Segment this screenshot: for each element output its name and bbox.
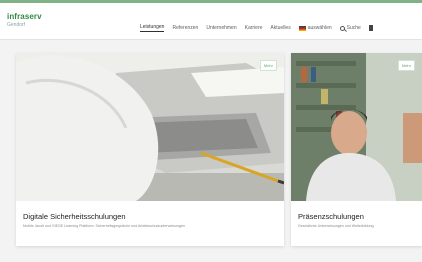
main-nav: Leistungen Referenzen Unternehmen Karrie… [140, 24, 373, 32]
card-badge[interactable]: Mehr [397, 60, 415, 71]
card-description: Mobile Jacob und SIEGE Learning Plattfor… [23, 224, 185, 228]
flag-icon [298, 25, 306, 31]
logo-subtitle: Gendorf [7, 22, 26, 28]
nav-karriere[interactable]: Karriere [245, 25, 263, 31]
card-description: Gesetzliche Unterweisungen und Weiterbil… [298, 224, 374, 228]
language-label: auswählen [307, 25, 332, 31]
nav-aktuelles[interactable]: Aktuelles [270, 25, 290, 31]
nav-leistungen[interactable]: Leistungen [140, 24, 165, 32]
search-button[interactable]: Suche [339, 25, 361, 31]
search-label: Suche [346, 25, 361, 31]
card-image-seminar-participant [291, 53, 422, 201]
menu-icon[interactable] [368, 25, 373, 31]
language-selector[interactable]: auswählen [298, 25, 332, 31]
site-header: infraserv Gendorf Leistungen Referenzen … [0, 3, 422, 40]
logo-name: infraserv [7, 12, 42, 21]
search-icon [339, 25, 345, 31]
nav-referenzen[interactable]: Referenzen [172, 25, 198, 31]
card-image-helmet-laptop [16, 53, 284, 201]
nav-unternehmen[interactable]: Unternehmen [206, 25, 236, 31]
card-praesenzschulungen[interactable]: Mehr Präsenzschulungen Gesetzliche Unter… [291, 53, 422, 246]
logo[interactable]: infraserv Gendorf [7, 12, 42, 28]
card-badge[interactable]: Mehr [259, 60, 277, 71]
card-digitale-sicherheitsschulungen[interactable]: Mehr Digitale Sicherheitsschulungen Mobi… [16, 53, 284, 246]
card-title: Präsenzschulungen [298, 212, 364, 221]
card-title: Digitale Sicherheitsschulungen [23, 212, 126, 221]
